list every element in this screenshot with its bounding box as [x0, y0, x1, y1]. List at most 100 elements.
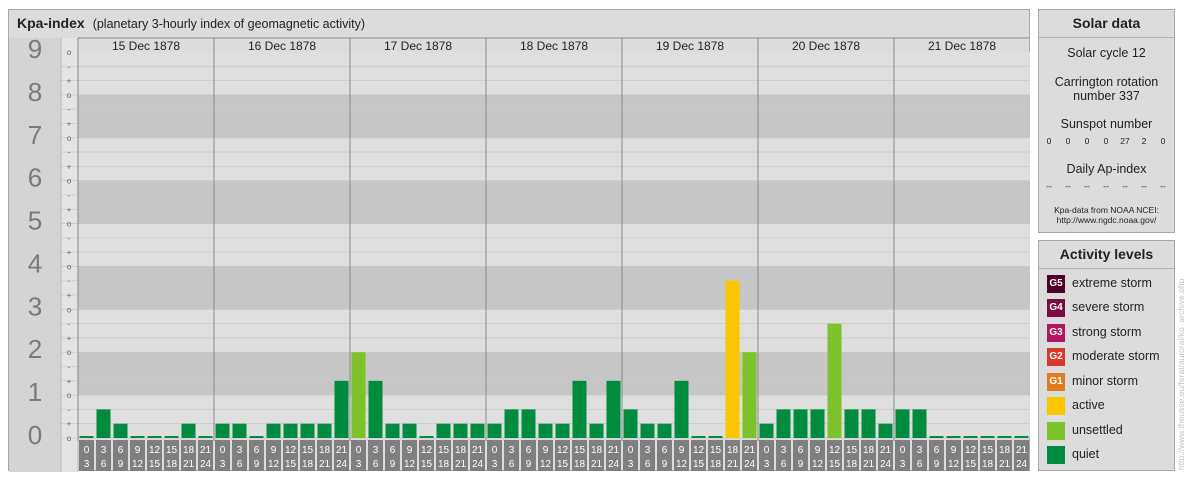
hour-start-label: 12 [149, 445, 161, 456]
sunspot-value: 0 [1046, 136, 1052, 146]
hour-start-label: 3 [373, 445, 379, 456]
g5-label: extreme storm [1072, 276, 1152, 290]
legend-g3: G3 strong storm [1047, 324, 1172, 342]
hour-end-label: 3 [628, 459, 634, 470]
solar-cycle-text: Solar cycle 12 [1067, 46, 1146, 60]
legend-g5: G5 extreme storm [1047, 275, 1172, 293]
y-sub-tick-label: - [68, 191, 71, 200]
kp-bar [232, 423, 247, 438]
kp-bar [538, 423, 553, 438]
kp-bar [572, 380, 587, 438]
kp-bar [929, 436, 944, 438]
hour-end-label: 12 [676, 459, 688, 470]
y-tick-label: 3 [28, 291, 42, 321]
ap-index-label: Daily Ap-index [1066, 162, 1147, 176]
hour-end-label: 3 [220, 459, 226, 470]
hour-start-label: 0 [764, 445, 770, 456]
kp-bar [521, 409, 536, 438]
g4-swatch: G4 [1047, 299, 1065, 317]
hour-end-label: 21 [999, 459, 1011, 470]
kp-bar [1014, 436, 1029, 438]
hour-end-label: 9 [526, 459, 532, 470]
g3-swatch: G3 [1047, 324, 1065, 342]
kp-bar [827, 323, 842, 438]
hour-start-label: 15 [846, 445, 858, 456]
g2-swatch: G2 [1047, 348, 1065, 366]
kp-bar [589, 423, 604, 438]
ap-values-row: -- -- -- -- -- -- -- [1039, 181, 1174, 193]
hour-start-label: 6 [254, 445, 260, 456]
hour-end-label: 6 [101, 459, 107, 470]
hour-end-label: 21 [319, 459, 331, 470]
y-tick-label: 5 [28, 206, 42, 236]
hour-start-label: 18 [183, 445, 195, 456]
kp-bar [674, 380, 689, 438]
hour-end-label: 3 [492, 459, 498, 470]
hour-start-label: 6 [798, 445, 804, 456]
hour-start-label: 18 [999, 445, 1011, 456]
y-sub-tick-label: - [68, 62, 71, 71]
hour-start-label: 9 [543, 445, 549, 456]
kp-bar [351, 352, 366, 438]
hour-start-label: 21 [744, 445, 756, 456]
kp-bar [946, 436, 961, 438]
hour-start-label: 15 [166, 445, 178, 456]
kp-bar [657, 423, 672, 438]
hour-start-label: 12 [693, 445, 705, 456]
hour-start-label: 18 [591, 445, 603, 456]
hour-start-label: 3 [237, 445, 243, 456]
hour-start-label: 21 [472, 445, 484, 456]
source-link[interactable]: http://www.ngdc.noaa.gov/ [1039, 215, 1174, 225]
g1-swatch: G1 [1047, 373, 1065, 391]
g5-swatch: G5 [1047, 275, 1065, 293]
hour-start-label: 9 [407, 445, 413, 456]
active-swatch [1047, 397, 1065, 415]
kp-bar [776, 409, 791, 438]
band-level-8 [9, 52, 1030, 95]
hour-end-label: 3 [84, 459, 90, 470]
y-sub-tick-label: + [67, 162, 72, 171]
hour-end-label: 9 [934, 459, 940, 470]
kp-bar [79, 436, 94, 438]
day-label: 15 Dec 1878 [112, 39, 180, 53]
y-sub-tick-label: + [67, 291, 72, 300]
y-sub-tick-label: o [67, 305, 72, 314]
hour-end-label: 3 [764, 459, 770, 470]
ap-value: -- [1046, 181, 1052, 191]
kp-bar [759, 423, 774, 438]
ap-value: -- [1122, 181, 1128, 191]
band-level-0 [9, 395, 1030, 438]
hour-start-label: 15 [302, 445, 314, 456]
kp-bar [623, 409, 638, 438]
band-level-1 [9, 352, 1030, 396]
hour-start-label: 12 [965, 445, 977, 456]
y-sub-tick-label: + [67, 334, 72, 343]
legend-g4: G4 severe storm [1047, 299, 1172, 317]
hour-end-label: 9 [254, 459, 260, 470]
kp-bar [725, 280, 740, 438]
kp-bar [844, 409, 859, 438]
y-sub-tick-label: o [67, 348, 72, 357]
band-level-3 [9, 266, 1030, 310]
hour-end-label: 15 [285, 459, 297, 470]
kp-bar [895, 409, 910, 438]
kp-bar [96, 409, 111, 438]
sunspot-values-row: 0 0 0 0 27 2 0 [1039, 136, 1174, 148]
hour-end-label: 18 [982, 459, 994, 470]
y-sub-tick-label: - [68, 405, 71, 414]
hour-end-label: 9 [662, 459, 668, 470]
sunspot-value: 2 [1141, 136, 1147, 146]
y-sub-tick-label: o [67, 262, 72, 271]
kp-bar [402, 423, 417, 438]
kp-bar [793, 409, 808, 438]
y-sub-tick-label: o [67, 134, 72, 143]
hour-start-label: 0 [492, 445, 498, 456]
hour-start-label: 15 [438, 445, 450, 456]
legend-g1: G1 minor storm [1047, 373, 1172, 391]
ap-value: -- [1084, 181, 1090, 191]
kp-bar [708, 436, 723, 438]
y-tick-label: 0 [28, 420, 42, 450]
day-label: 17 Dec 1878 [384, 39, 452, 53]
hour-end-label: 21 [591, 459, 603, 470]
quiet-label: quiet [1072, 447, 1100, 461]
